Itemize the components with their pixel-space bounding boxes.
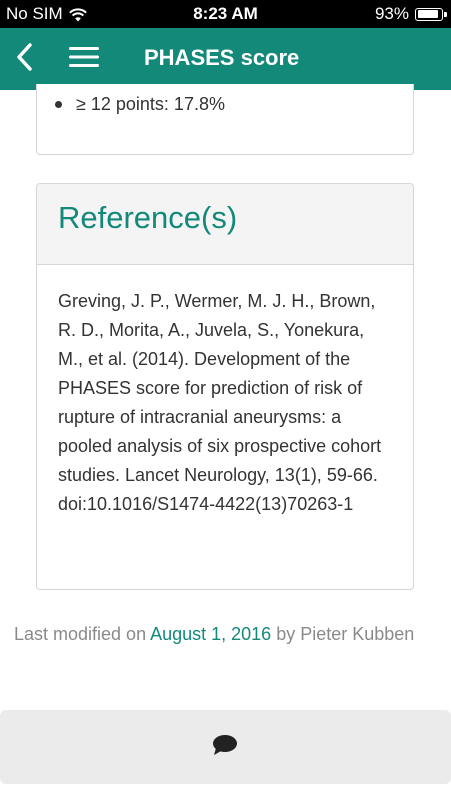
last-modified-date-link[interactable]: August 1, 2016 <box>150 624 271 644</box>
status-bar: No SIM 8:23 AM 93% <box>0 0 451 28</box>
battery-icon <box>415 7 447 21</box>
score-list-card: ≥ 12 points: 17.8% <box>36 84 414 155</box>
battery-level <box>417 10 438 18</box>
page-title: PHASES score <box>144 45 300 70</box>
last-modified-author: by Pieter Kubben <box>271 624 415 644</box>
bottom-bar <box>0 710 451 784</box>
last-modified-prefix: Last modified on <box>14 624 151 644</box>
menu-button[interactable] <box>64 40 104 78</box>
chat-button[interactable] <box>205 730 245 764</box>
chevron-left-icon <box>15 42 35 77</box>
battery-percent: 93% <box>374 4 409 23</box>
reference-title: Reference(s) <box>58 200 238 235</box>
nav-bar: PHASES score <box>0 28 451 90</box>
chat-bubble-icon <box>212 734 238 761</box>
last-modified-note: Last modified on August 1, 2016 by Piete… <box>14 620 434 649</box>
status-right: 93% <box>374 4 447 24</box>
bullet-icon <box>55 101 62 108</box>
hamburger-menu-icon <box>69 46 99 73</box>
back-button[interactable] <box>8 40 42 78</box>
reference-header: Reference(s) <box>37 184 413 265</box>
reference-text: Greving, J. P., Wermer, M. J. H., Brown,… <box>58 291 382 514</box>
list-item-text: ≥ 12 points: 17.8% <box>76 94 225 114</box>
list-item: ≥ 12 points: 17.8% <box>55 94 225 115</box>
battery-nub <box>444 11 447 17</box>
reference-card: Reference(s) Greving, J. P., Wermer, M. … <box>36 183 414 590</box>
